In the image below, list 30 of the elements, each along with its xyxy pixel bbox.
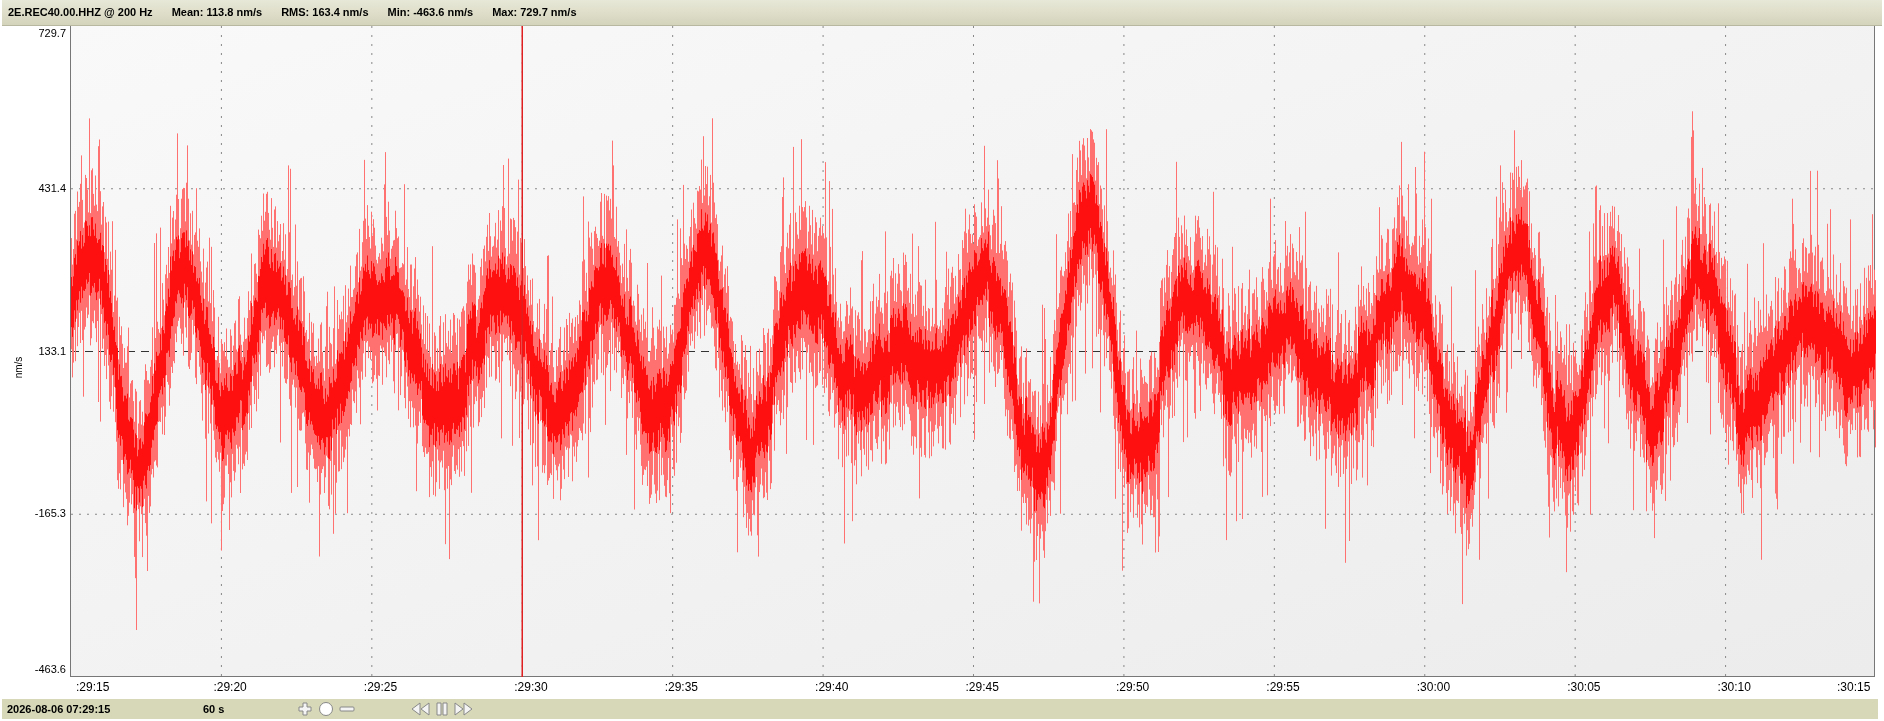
x-axis-label: :29:35 (664, 681, 699, 693)
circle-icon[interactable] (316, 701, 336, 717)
x-axis-label: :30:05 (1567, 681, 1601, 693)
x-axis-label: :30:10 (1717, 681, 1751, 693)
x-axis-label: :30:15 (1837, 681, 1871, 693)
x-axis-label: :29:40 (815, 681, 849, 693)
y-axis-label: -463.6 (34, 664, 66, 675)
x-axis-label: :29:20 (213, 681, 247, 693)
y-axis-label: 431.4 (38, 182, 66, 194)
stat-label: Min: -463.6 nm/s (387, 5, 474, 21)
y-axis-label: -165.3 (34, 508, 66, 520)
x-axis-label: :29:30 (514, 681, 548, 693)
zoom-in-icon[interactable] (295, 701, 315, 717)
unit-label: nm/s (12, 356, 26, 379)
fast-forward-icon[interactable] (453, 701, 473, 717)
y-axis-label: 133.1 (38, 345, 66, 357)
x-axis-label: :29:50 (1115, 681, 1150, 693)
stat-label: Mean: 113.8 nm/s (171, 5, 263, 21)
rewind-icon[interactable] (411, 701, 431, 717)
x-axis-label: :29:15 (76, 681, 110, 693)
x-axis-label: :30:00 (1416, 681, 1451, 693)
start-time-label: 2026-08-06 07:29:15 (7, 701, 112, 717)
window-length-label: 60 s (203, 701, 226, 717)
stat-label: RMS: 163.4 nm/s (281, 5, 369, 21)
y-axis-label: 729.7 (38, 28, 66, 39)
stat-label: Max: 729.7 nm/s (492, 5, 577, 21)
x-axis-label: :29:25 (363, 681, 398, 693)
x-axis-label: :29:45 (965, 681, 999, 693)
channel-label: 2E.REC40.00.HHZ @ 200 Hz (8, 5, 153, 21)
x-axis-label: :29:55 (1266, 681, 1300, 693)
